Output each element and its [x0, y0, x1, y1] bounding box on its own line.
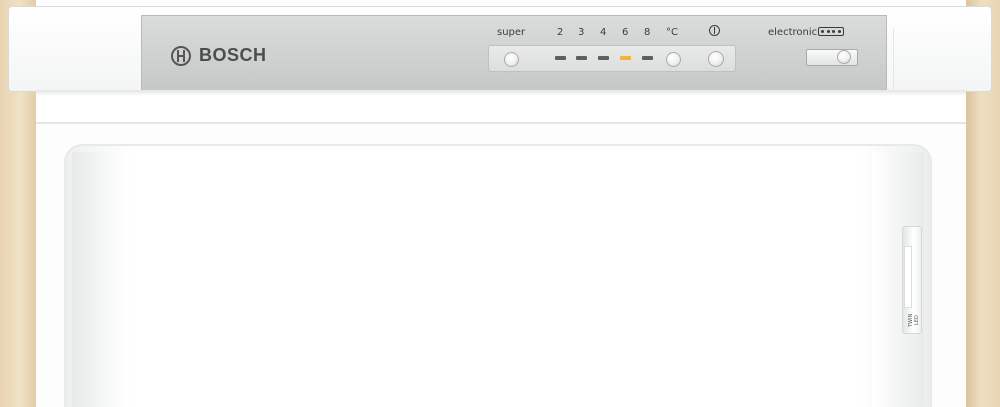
super-button[interactable] [504, 52, 519, 67]
temp-step-6-label: 6 [622, 27, 629, 38]
control-strip [488, 45, 736, 72]
twin-led-badge: TWIN LED [908, 313, 920, 327]
temp-step-3-label: 3 [578, 27, 585, 38]
alarm-lock-switch[interactable] [806, 49, 858, 66]
brand-name: BOSCH [199, 45, 267, 65]
bosch-armature-icon [171, 45, 191, 66]
star-dots-icon [818, 27, 844, 36]
door-handle-grip[interactable] [904, 246, 912, 308]
temp-step-8-label: 8 [644, 27, 651, 38]
temp-led-3 [576, 56, 587, 60]
cap-shadow [36, 90, 966, 96]
power-button[interactable] [708, 51, 724, 67]
brand-logo: BOSCH [171, 45, 267, 66]
temperature-button[interactable] [666, 52, 681, 67]
temp-led-8 [642, 56, 653, 60]
celsius-label: °C [666, 27, 678, 38]
temp-step-4-label: 4 [600, 27, 607, 38]
temp-step-2-label: 2 [557, 27, 564, 38]
super-label: super [497, 27, 526, 38]
electronic-label: electronic [768, 27, 818, 38]
power-icon [709, 25, 720, 36]
temp-led-6-active [620, 56, 631, 60]
lock-switch-knob[interactable] [837, 50, 851, 64]
cap-divider [893, 29, 994, 91]
door-inner-frame [64, 144, 932, 407]
temp-led-4 [598, 56, 609, 60]
door-shade-left [72, 152, 128, 407]
temp-led-2 [555, 56, 566, 60]
